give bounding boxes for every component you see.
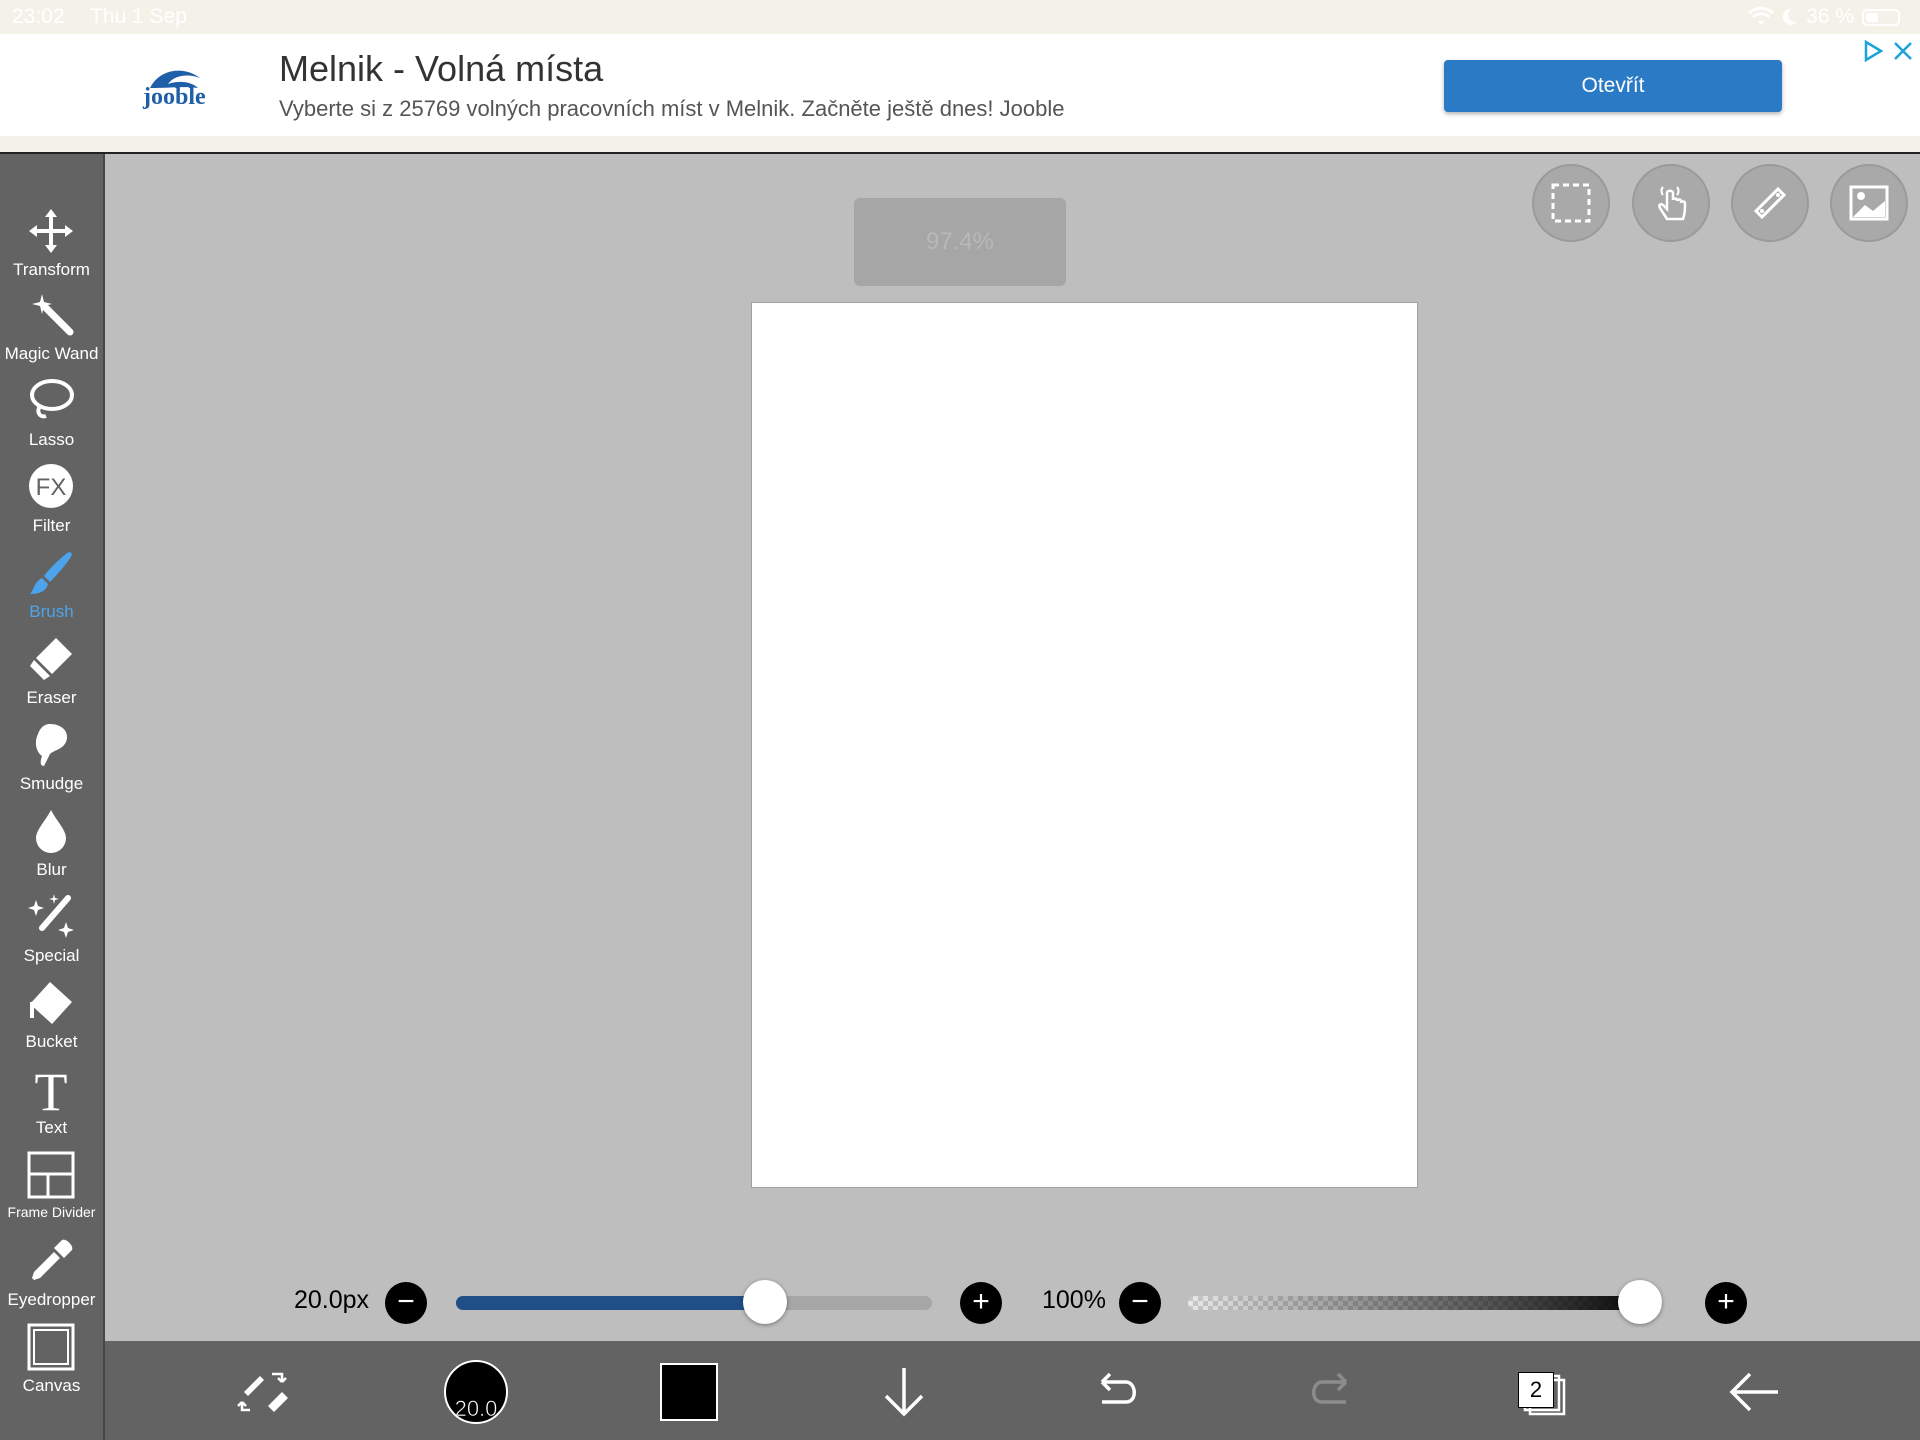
- opacity-increase-button[interactable]: +: [1705, 1282, 1747, 1324]
- frame-divider-icon: [27, 1151, 75, 1199]
- primary-color-swatch[interactable]: [660, 1363, 718, 1421]
- tool-magic-wand[interactable]: Magic Wand: [0, 290, 103, 374]
- selection-button[interactable]: [1532, 164, 1610, 242]
- tool-text[interactable]: T Text: [0, 1064, 103, 1148]
- text-icon: T: [35, 1064, 68, 1114]
- tool-bucket[interactable]: Bucket: [0, 978, 103, 1062]
- ruler-button[interactable]: [1731, 164, 1809, 242]
- brush-size-value: 20.0px: [294, 1286, 370, 1314]
- move-arrows-icon: [29, 209, 73, 253]
- sparkle-pen-icon: [28, 894, 74, 938]
- bottom-toolbar: [105, 1341, 1920, 1440]
- brush-size-indicator[interactable]: 20.0: [444, 1360, 508, 1424]
- status-time: 23:02: [12, 5, 65, 28]
- ad-banner[interactable]: jooble Melnik - Volná místa Vyberte si z…: [0, 34, 1920, 137]
- canvas-icon: [27, 1323, 75, 1371]
- layer-count: 2: [1518, 1372, 1554, 1408]
- tool-eraser[interactable]: Eraser: [0, 634, 103, 718]
- ad-divider: [0, 136, 1920, 154]
- tool-lasso[interactable]: Lasso: [0, 376, 103, 460]
- ad-title[interactable]: Melnik - Volná místa: [279, 48, 603, 90]
- tool-sidebar: Transform Magic Wand Lasso FX Filter Bru…: [0, 154, 105, 1440]
- fx-icon: FX: [29, 464, 73, 508]
- adchoices-icon[interactable]: [1862, 40, 1884, 62]
- tool-brush[interactable]: Brush: [0, 548, 103, 632]
- tool-transform[interactable]: Transform: [0, 206, 103, 290]
- svg-text:FX: FX: [36, 474, 67, 501]
- ad-logo: jooble: [143, 84, 206, 110]
- eraser-icon: [30, 638, 72, 680]
- battery-icon: [1862, 8, 1900, 26]
- tool-smudge[interactable]: Smudge: [0, 720, 103, 804]
- tool-special[interactable]: Special: [0, 892, 103, 976]
- status-date: Thu 1 Sep: [90, 5, 187, 28]
- image-icon: [1849, 185, 1889, 221]
- selection-rect-icon: [1551, 183, 1591, 223]
- tool-canvas[interactable]: Canvas: [0, 1322, 103, 1406]
- brush-size-slider[interactable]: [456, 1296, 932, 1310]
- drop-icon: [36, 810, 66, 853]
- reference-image-button[interactable]: [1830, 164, 1908, 242]
- magic-wand-icon: [32, 294, 74, 336]
- opacity-slider-thumb[interactable]: [1618, 1280, 1662, 1324]
- tool-filter[interactable]: FX Filter: [0, 462, 103, 546]
- ad-description[interactable]: Vyberte si z 25769 volných pracovních mí…: [279, 96, 1064, 122]
- smudge-icon: [35, 724, 68, 766]
- battery-percent: 36 %: [1806, 5, 1854, 28]
- bucket-icon: [30, 982, 72, 1024]
- zoom-level-badge: 97.4%: [854, 198, 1066, 286]
- brush-size-increase-button[interactable]: +: [960, 1282, 1002, 1324]
- layers-button[interactable]: 2: [1518, 1368, 1568, 1418]
- ad-close-icon[interactable]: [1892, 40, 1914, 62]
- svg-text:T: T: [35, 1064, 68, 1114]
- touch-hand-icon: [1658, 186, 1687, 221]
- tool-eyedropper[interactable]: Eyedropper: [0, 1236, 103, 1320]
- brush-eraser-swap-icon[interactable]: [236, 1362, 296, 1422]
- wifi-icon: [1748, 7, 1775, 25]
- opacity-value: 100%: [1042, 1286, 1106, 1314]
- brush-size-decrease-button[interactable]: −: [385, 1282, 427, 1324]
- redo-icon[interactable]: [1300, 1362, 1360, 1422]
- undo-icon[interactable]: [1088, 1362, 1148, 1422]
- tool-blur[interactable]: Blur: [0, 806, 103, 890]
- ad-open-button[interactable]: Otevřít: [1444, 60, 1782, 112]
- brush-size-slider-thumb[interactable]: [743, 1280, 788, 1324]
- opacity-decrease-button[interactable]: −: [1119, 1282, 1161, 1324]
- eyedropper-icon: [32, 1239, 73, 1280]
- back-arrow-icon[interactable]: [1724, 1362, 1784, 1422]
- status-bar: 23:02 Thu 1 Sep 36 %: [0, 0, 1920, 34]
- moon-icon: [1782, 8, 1798, 25]
- ruler-icon: [1753, 186, 1787, 220]
- brush-icon: [30, 552, 72, 594]
- lasso-icon: [30, 379, 74, 419]
- opacity-slider[interactable]: [1188, 1296, 1662, 1310]
- arrow-down-icon[interactable]: [874, 1362, 934, 1422]
- tool-frame-divider[interactable]: Frame Divider: [0, 1150, 103, 1234]
- gesture-button[interactable]: [1632, 164, 1710, 242]
- drawing-canvas[interactable]: [751, 302, 1418, 1188]
